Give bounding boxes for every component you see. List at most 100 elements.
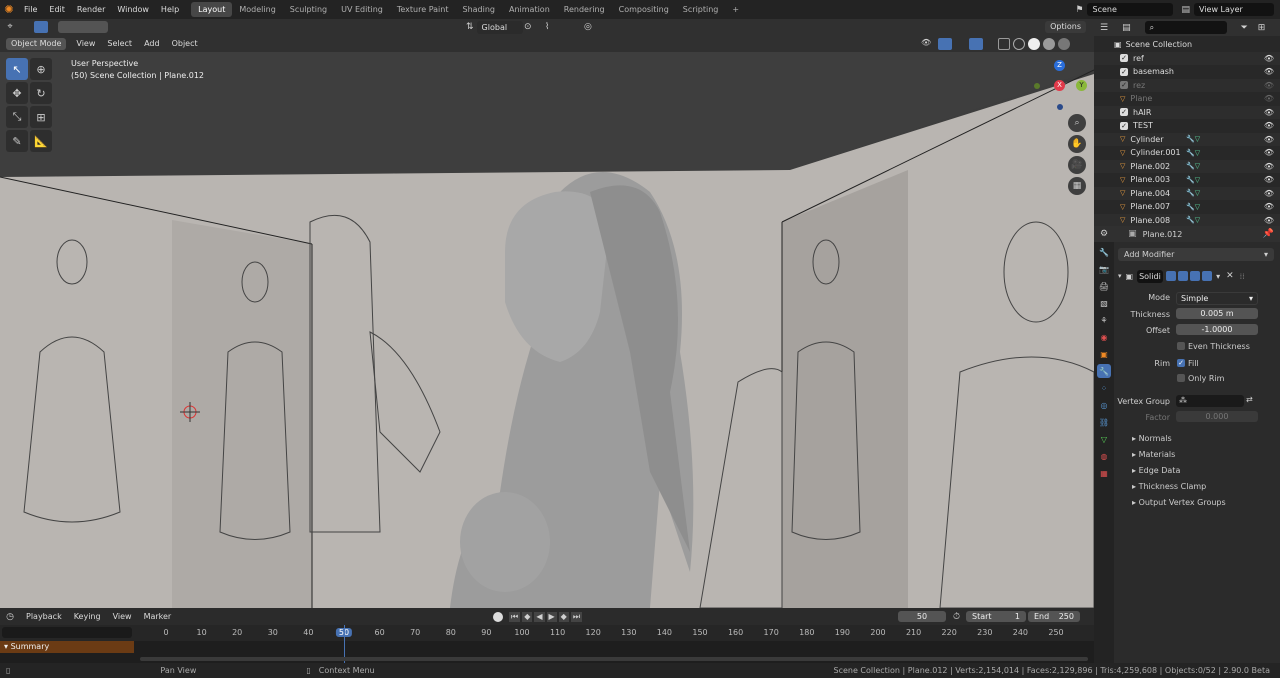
menu-window[interactable]: Window	[111, 0, 155, 19]
menu-render[interactable]: Render	[71, 0, 111, 19]
visibility-eye-icon[interactable]: 👁	[1264, 148, 1274, 157]
timeline-ruler[interactable]: 0102030405060708090100110120130140150160…	[0, 625, 1094, 641]
viewport-menu-add[interactable]: Add	[138, 39, 166, 48]
pin-icon[interactable]: 📌	[1263, 229, 1274, 239]
view-layer-icon[interactable]: ▤	[1181, 5, 1190, 15]
visibility-eye-icon[interactable]: 👁	[1264, 135, 1274, 144]
render-tab-icon[interactable]: 📷	[1097, 262, 1111, 276]
scene-icon[interactable]: ⚑	[1075, 5, 1083, 15]
fill-checkbox[interactable]: ✓	[1177, 359, 1185, 367]
visibility-eye-icon[interactable]: 👁	[1264, 54, 1274, 63]
modifier-header[interactable]: ▾ ▣ Solidi ▾ ✕ ⁞⁞	[1118, 269, 1274, 283]
modifier-data-icon[interactable]: 🔧▽	[1186, 216, 1200, 224]
play-icon[interactable]: ▶	[546, 611, 557, 622]
thickness-field[interactable]: 0.005 m	[1176, 308, 1258, 319]
visibility-eye-icon[interactable]: 👁	[1264, 108, 1274, 117]
current-frame-field[interactable]: 50	[898, 611, 946, 622]
material-shading-icon[interactable]	[1043, 37, 1055, 50]
proportional-edit-icon[interactable]: ◎	[584, 22, 592, 32]
snap-icon[interactable]: ⌇	[545, 22, 549, 32]
filter-icon[interactable]: ⏷	[1241, 23, 1248, 33]
tab-modeling[interactable]: Modeling	[232, 2, 282, 17]
editor-type-icon[interactable]: ⌖	[0, 22, 20, 32]
modifier-data-icon[interactable]: 🔧▽	[1186, 203, 1200, 211]
vertex-group-field[interactable]: ⁂	[1176, 395, 1244, 407]
remove-modifier-icon[interactable]: ✕	[1226, 271, 1234, 281]
end-frame-field[interactable]: End 250	[1028, 611, 1080, 622]
outliner-row[interactable]: ✓ ref 👁	[1094, 51, 1280, 65]
cursor-tool-icon[interactable]: ⊕	[30, 58, 52, 80]
modifier-data-icon[interactable]: 🔧▽	[1186, 162, 1200, 170]
visibility-eye-icon[interactable]: 👁	[1264, 162, 1274, 171]
timeline-search-field[interactable]	[2, 627, 132, 638]
tool-tab-icon[interactable]: 🔧	[1097, 245, 1111, 259]
3d-viewport[interactable]: ↖ ⊕ ✥ ↻ ⤡ ⊞ ✎ 📐 User Perspective (50) Sc…	[0, 52, 1094, 608]
outliner-search-input[interactable]: ⌕	[1144, 21, 1227, 34]
scene-tab-icon[interactable]: ⚘	[1097, 313, 1111, 327]
annotate-tool-icon[interactable]: ✎	[6, 130, 28, 152]
timeline-scrollbar[interactable]	[140, 657, 1088, 661]
texture-tab-icon[interactable]: ▦	[1097, 466, 1111, 480]
start-frame-field[interactable]: Start 1	[966, 611, 1026, 622]
outliner-row[interactable]: ✓ rez 👁	[1094, 78, 1280, 92]
timeline-menu-keying[interactable]: Keying	[68, 612, 107, 621]
modifier-data-icon[interactable]: 🔧▽	[1186, 189, 1200, 197]
select-tool-icon[interactable]: ↖	[6, 58, 28, 80]
view-icon[interactable]: 👁	[921, 38, 935, 50]
tab-scripting[interactable]: Scripting	[676, 2, 726, 17]
transform-orientation[interactable]: ⇅ Global	[466, 20, 523, 34]
modifier-name-field[interactable]: Solidi	[1137, 269, 1164, 283]
outliner-row[interactable]: ✓ hAIR 👁	[1094, 105, 1280, 119]
exclude-checkbox[interactable]: ✓	[1120, 81, 1128, 90]
object-tab-icon[interactable]: ▣	[1097, 347, 1111, 361]
add-workspace-button[interactable]: +	[725, 2, 746, 17]
blender-logo-icon[interactable]: ✺	[0, 0, 18, 19]
modifier-tab-icon[interactable]: 🔧	[1097, 364, 1111, 378]
visibility-eye-icon[interactable]: 👁	[1264, 189, 1274, 198]
outliner-editor-icon[interactable]: ☰	[1100, 23, 1108, 33]
exclude-checkbox[interactable]: ✓	[1120, 54, 1128, 63]
menu-edit[interactable]: Edit	[43, 0, 71, 19]
select-box-icon[interactable]	[34, 21, 48, 33]
timeline-editor-icon[interactable]: ◷	[0, 612, 20, 622]
subpanel-normals[interactable]: ▸ Normals	[1132, 434, 1172, 443]
collapse-icon[interactable]: ▾	[1118, 272, 1122, 280]
move-tool-icon[interactable]: ✥	[6, 82, 28, 104]
modifier-menu-icon[interactable]: ▾	[1216, 272, 1220, 281]
view-layer-selector[interactable]: View Layer	[1194, 3, 1274, 16]
timeline-menu-marker[interactable]: Marker	[138, 612, 178, 621]
pivot-icon[interactable]: ⊙	[524, 22, 532, 32]
viewport-menu-select[interactable]: Select	[101, 39, 138, 48]
visibility-eye-icon[interactable]: 👁	[1264, 175, 1274, 184]
xray-icon[interactable]	[998, 37, 1010, 50]
outliner-row[interactable]: ▽ Cylinder 🔧▽ 👁	[1094, 132, 1280, 146]
particles-tab-icon[interactable]: ⁘	[1097, 381, 1111, 395]
exclude-checkbox[interactable]: ✓	[1120, 108, 1128, 117]
jump-end-icon[interactable]: ⏭	[570, 611, 583, 622]
scale-tool-icon[interactable]: ⤡	[6, 106, 28, 128]
edit-mode-toggle-icon[interactable]	[1166, 271, 1177, 281]
menu-file[interactable]: File	[18, 0, 43, 19]
summary-row[interactable]: ▾ Summary	[0, 641, 134, 653]
navigation-gizmo[interactable]: Z X Y	[1032, 58, 1092, 118]
visibility-eye-icon[interactable]: 👁	[1264, 202, 1274, 211]
viewport-menu-object[interactable]: Object	[166, 39, 204, 48]
cage-toggle-icon[interactable]	[1178, 271, 1189, 281]
subpanel-output-vertex-groups[interactable]: ▸ Output Vertex Groups	[1132, 498, 1226, 507]
gizmo-x[interactable]: X	[1054, 80, 1065, 91]
modifier-data-icon[interactable]: 🔧▽	[1186, 135, 1200, 143]
offset-field[interactable]: -1.0000	[1176, 324, 1258, 335]
select-mode-icons[interactable]	[58, 21, 108, 33]
visibility-eye-icon[interactable]: 👁	[1264, 94, 1274, 103]
camera-icon[interactable]: 🎥	[1068, 156, 1086, 174]
data-tab-icon[interactable]: ▽	[1097, 432, 1111, 446]
even-thickness-checkbox[interactable]	[1177, 342, 1185, 350]
outliner-row[interactable]: ▽ Plane.003 🔧▽ 👁	[1094, 173, 1280, 187]
next-key-icon[interactable]: ◆	[558, 611, 569, 622]
exclude-checkbox[interactable]: ✓	[1120, 121, 1128, 130]
pan-icon[interactable]: ✋	[1068, 135, 1086, 153]
subpanel-edge-data[interactable]: ▸ Edge Data	[1132, 466, 1180, 475]
tab-texture-paint[interactable]: Texture Paint	[390, 2, 456, 17]
orientation-value[interactable]: Global	[476, 20, 523, 34]
subpanel-materials[interactable]: ▸ Materials	[1132, 450, 1175, 459]
